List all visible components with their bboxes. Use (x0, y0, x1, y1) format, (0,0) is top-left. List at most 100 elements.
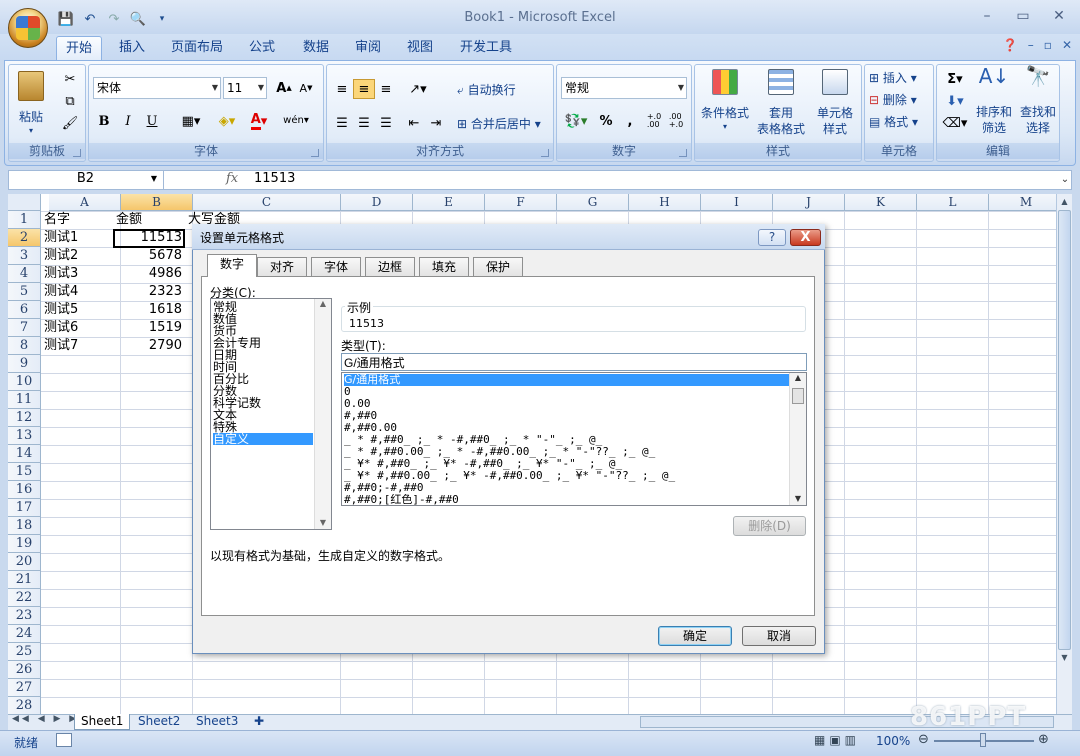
tab-developer[interactable]: 开发工具 (452, 36, 520, 60)
grow-font-button[interactable]: A ▲ (273, 78, 295, 98)
currency-icon[interactable]: 💱▾ (561, 111, 591, 131)
number-format-combo[interactable]: 常规 ▼ (561, 77, 687, 99)
column-header-h[interactable]: H (629, 194, 701, 211)
row-header-12[interactable]: 12 (8, 409, 41, 427)
column-header-e[interactable]: E (413, 194, 485, 211)
comma-button[interactable]: , (619, 111, 641, 131)
autosum-button[interactable]: Σ ▾ (941, 69, 969, 89)
row-header-18[interactable]: 18 (8, 517, 41, 535)
row-header-7[interactable]: 7 (8, 319, 41, 337)
column-header-f[interactable]: F (485, 194, 557, 211)
phonetic-button[interactable]: wén ▾ (281, 111, 311, 131)
cancel-button[interactable]: 取消 (742, 626, 816, 646)
row-header-11[interactable]: 11 (8, 391, 41, 409)
align-right-icon[interactable]: ☰ (375, 113, 397, 133)
column-header-b[interactable]: B (121, 194, 193, 211)
row-header-24[interactable]: 24 (8, 625, 41, 643)
font-name-combo[interactable]: 宋体 ▼ (93, 77, 221, 99)
find-select-button[interactable]: 🔭 查找和 选择 (1017, 66, 1059, 135)
insert-function-button[interactable]: fx (166, 170, 242, 190)
scroll-up-icon[interactable]: ▲ (1057, 194, 1072, 210)
cell-b4[interactable]: 4986 (113, 265, 185, 283)
cell-a2[interactable]: 测试1 (44, 229, 112, 247)
type-item[interactable]: 0 (344, 386, 789, 398)
italic-button[interactable]: I (117, 111, 139, 131)
cell-a8[interactable]: 测试7 (44, 337, 112, 355)
type-item[interactable]: _ ¥* #,##0_ ;_ ¥* -#,##0_ ;_ ¥* "-"_ ;_ … (344, 458, 789, 470)
delete-format-button[interactable]: 删除(D) (733, 516, 806, 536)
borders-icon[interactable]: ▦▾ (177, 111, 205, 131)
scroll-down-icon[interactable]: ▼ (315, 518, 331, 527)
cell-a7[interactable]: 测试6 (44, 319, 112, 337)
scroll-down-icon[interactable]: ▼ (1057, 650, 1072, 666)
cell-a3[interactable]: 测试2 (44, 247, 112, 265)
cell-b3[interactable]: 5678 (113, 247, 185, 265)
dialog-tab-number[interactable]: 数字 (207, 254, 257, 277)
column-header-l[interactable]: L (917, 194, 989, 211)
conditional-format-button[interactable]: 条件格式 ▾ (697, 69, 753, 134)
zoom-in-icon[interactable]: ⊕ (1038, 732, 1049, 747)
row-header-28[interactable]: 28 (8, 697, 41, 715)
column-header-i[interactable]: I (701, 194, 773, 211)
close-icon[interactable]: ✕ (1048, 8, 1070, 24)
column-header-m[interactable]: M (989, 194, 1064, 211)
cell-a5[interactable]: 测试4 (44, 283, 112, 301)
insert-sheet-icon[interactable]: ✚ (248, 714, 270, 730)
cell-b7[interactable]: 1519 (113, 319, 185, 337)
delete-cells-button[interactable]: ⊟ 删除 ▾ (869, 93, 931, 107)
row-header-9[interactable]: 9 (8, 355, 41, 373)
row-header-26[interactable]: 26 (8, 661, 41, 679)
tab-view[interactable]: 视图 (398, 36, 442, 60)
type-item[interactable]: _ ¥* #,##0.00_ ;_ ¥* -#,##0.00_ ;_ ¥* "-… (344, 470, 789, 482)
align-center-icon[interactable]: ☰ (353, 113, 375, 133)
ok-button[interactable]: 确定 (658, 626, 732, 646)
type-item[interactable]: #,##0;[红色]-#,##0 (344, 494, 789, 506)
increase-indent-icon[interactable]: ⇥ (425, 113, 447, 133)
row-header-2[interactable]: 2 (8, 229, 41, 247)
font-color-button[interactable]: A ▾ (245, 111, 273, 131)
column-header-j[interactable]: J (773, 194, 845, 211)
name-box[interactable]: B2 ▼ (8, 170, 164, 190)
minimize-workbook-icon[interactable]: – (1028, 38, 1034, 52)
cell-a6[interactable]: 测试5 (44, 301, 112, 319)
underline-button[interactable]: U (141, 111, 163, 131)
align-left-icon[interactable]: ☰ (331, 113, 353, 133)
cell-a4[interactable]: 测试3 (44, 265, 112, 283)
align-middle-icon[interactable]: ≡ (353, 79, 375, 99)
copy-icon[interactable]: ⧉ (59, 91, 81, 111)
orientation-icon[interactable]: ↗▾ (403, 79, 433, 99)
vertical-scrollbar[interactable]: ▲ ▼ (1056, 194, 1072, 714)
tab-page-layout[interactable]: 页面布局 (164, 36, 230, 60)
restore-workbook-icon[interactable]: ▫ (1044, 38, 1052, 52)
cut-icon[interactable]: ✂ (59, 69, 81, 89)
align-top-icon[interactable]: ≡ (331, 79, 353, 99)
type-item[interactable]: G/通用格式 (344, 374, 789, 386)
type-input[interactable] (341, 353, 807, 371)
row-header-1[interactable]: 1 (8, 211, 41, 229)
row-header-5[interactable]: 5 (8, 283, 41, 301)
sort-filter-button[interactable]: A↓ 排序和 筛选 (973, 66, 1015, 135)
row-header-23[interactable]: 23 (8, 607, 41, 625)
column-header-d[interactable]: D (341, 194, 413, 211)
row-header-8[interactable]: 8 (8, 337, 41, 355)
bold-button[interactable]: B (93, 111, 115, 131)
row-header-14[interactable]: 14 (8, 445, 41, 463)
align-bottom-icon[interactable]: ≡ (375, 79, 397, 99)
format-as-table-button[interactable]: 套用 表格格式 (753, 69, 809, 136)
zoom-slider-thumb[interactable] (980, 733, 986, 747)
decrease-decimal-button[interactable]: .00 +.0 (665, 111, 687, 131)
dialog-close-button[interactable]: X (790, 229, 821, 246)
scroll-up-icon[interactable]: ▲ (315, 299, 331, 308)
close-workbook-icon[interactable]: ✕ (1062, 38, 1072, 52)
scroll-up-icon[interactable]: ▲ (790, 373, 806, 382)
tab-insert[interactable]: 插入 (110, 36, 154, 60)
dialog-tab-border[interactable]: 边框 (365, 257, 415, 276)
tab-review[interactable]: 审阅 (346, 36, 390, 60)
merge-center-button[interactable]: ⊞ 合并后居中 ▾ (457, 117, 553, 131)
minimize-icon[interactable]: – (976, 8, 998, 24)
type-item[interactable]: _ * #,##0_ ;_ * -#,##0_ ;_ * "-"_ ;_ @_ (344, 434, 789, 446)
category-scrollbar[interactable]: ▲ ▼ (314, 299, 331, 529)
row-header-20[interactable]: 20 (8, 553, 41, 571)
cell-b1[interactable]: 金额 (116, 211, 188, 229)
dialog-tab-protection[interactable]: 保护 (473, 257, 523, 276)
